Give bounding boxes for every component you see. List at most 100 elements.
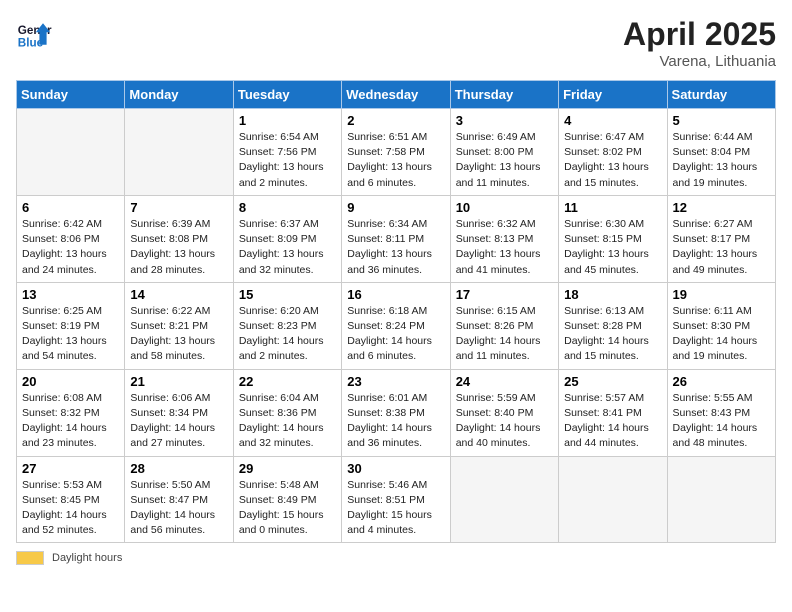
calendar-cell: 27Sunrise: 5:53 AM Sunset: 8:45 PM Dayli… <box>17 456 125 543</box>
day-number: 17 <box>456 287 553 302</box>
day-info: Sunrise: 6:44 AM Sunset: 8:04 PM Dayligh… <box>673 130 770 191</box>
calendar-cell: 29 Sunrise: 5:48 AM Sunset: 8:49 PM Dayli… <box>233 456 341 543</box>
footer: Daylight hours <box>16 551 776 565</box>
calendar-cell <box>125 109 233 196</box>
day-info: Sunrise: 6:39 AM Sunset: 8:08 PM Dayligh… <box>130 217 227 278</box>
day-info: Sunrise: 6:06 AM Sunset: 8:34 PM Dayligh… <box>130 391 227 452</box>
calendar-cell: 16Sunrise: 6:18 AM Sunset: 8:24 PM Dayli… <box>342 282 450 369</box>
weekday-header: Sunday <box>17 81 125 109</box>
calendar-cell: 18Sunrise: 6:13 AM Sunset: 8:28 PM Dayli… <box>559 282 667 369</box>
calendar-cell: 17 Sunrise: 6:15 AM Sunset: 8:26 PM Dayli… <box>450 282 558 369</box>
day-info: Sunrise: 6:47 AM Sunset: 8:02 PM Dayligh… <box>564 130 661 191</box>
logo: General Blue <box>16 16 52 52</box>
calendar-cell: 1 Sunrise: 6:54 AM Sunset: 7:56 PM Daylig… <box>233 109 341 196</box>
day-info: Sunrise: 6:25 AM Sunset: 8:19 PM Dayligh… <box>22 304 119 365</box>
location-subtitle: Varena, Lithuania <box>623 53 776 70</box>
day-info: Sunrise: 6:32 AM Sunset: 8:13 PM Dayligh… <box>456 217 553 278</box>
weekday-header: Saturday <box>667 81 775 109</box>
day-info: Sunrise: 6:22 AM Sunset: 8:21 PM Dayligh… <box>130 304 227 365</box>
day-info: Sunrise: 6:49 AM Sunset: 8:00 PM Dayligh… <box>456 130 553 191</box>
page-header: General Blue April 2025 Varena, Lithuani… <box>16 16 776 70</box>
weekday-header: Monday <box>125 81 233 109</box>
calendar-header: SundayMondayTuesdayWednesdayThursdayFrid… <box>17 81 776 109</box>
calendar-cell: 8Sunrise: 6:37 AM Sunset: 8:09 PM Daylig… <box>233 195 341 282</box>
day-info: Sunrise: 6:01 AM Sunset: 8:38 PM Dayligh… <box>347 391 444 452</box>
calendar-week-row: 13 Sunrise: 6:25 AM Sunset: 8:19 PM Dayli… <box>17 282 776 369</box>
day-info: Sunrise: 5:48 AM Sunset: 8:49 PM Dayligh… <box>239 478 336 539</box>
calendar-cell: 5 Sunrise: 6:44 AM Sunset: 8:04 PM Daylig… <box>667 109 775 196</box>
calendar-cell: 19Sunrise: 6:11 AM Sunset: 8:30 PM Dayli… <box>667 282 775 369</box>
day-info: Sunrise: 5:59 AM Sunset: 8:40 PM Dayligh… <box>456 391 553 452</box>
day-number: 15 <box>239 287 336 302</box>
day-info: Sunrise: 6:04 AM Sunset: 8:36 PM Dayligh… <box>239 391 336 452</box>
calendar-cell: 21 Sunrise: 6:06 AM Sunset: 8:34 PM Dayli… <box>125 369 233 456</box>
day-info: Sunrise: 6:20 AM Sunset: 8:23 PM Dayligh… <box>239 304 336 365</box>
weekday-header: Wednesday <box>342 81 450 109</box>
calendar-cell: 30Sunrise: 5:46 AM Sunset: 8:51 PM Dayli… <box>342 456 450 543</box>
calendar-cell <box>667 456 775 543</box>
day-info: Sunrise: 6:18 AM Sunset: 8:24 PM Dayligh… <box>347 304 444 365</box>
day-number: 25 <box>564 374 661 389</box>
day-number: 27 <box>22 461 119 476</box>
day-info: Sunrise: 6:34 AM Sunset: 8:11 PM Dayligh… <box>347 217 444 278</box>
day-number: 9 <box>347 200 444 215</box>
calendar-week-row: 20 Sunrise: 6:08 AM Sunset: 8:32 PM Dayli… <box>17 369 776 456</box>
day-info: Sunrise: 5:50 AM Sunset: 8:47 PM Dayligh… <box>130 478 227 539</box>
day-info: Sunrise: 6:13 AM Sunset: 8:28 PM Dayligh… <box>564 304 661 365</box>
weekday-header: Tuesday <box>233 81 341 109</box>
calendar-body: 1 Sunrise: 6:54 AM Sunset: 7:56 PM Daylig… <box>17 109 776 543</box>
day-info: Sunrise: 6:08 AM Sunset: 8:32 PM Dayligh… <box>22 391 119 452</box>
calendar-cell: 4 Sunrise: 6:47 AM Sunset: 8:02 PM Daylig… <box>559 109 667 196</box>
calendar-cell: 25 Sunrise: 5:57 AM Sunset: 8:41 PM Dayli… <box>559 369 667 456</box>
calendar-cell: 6 Sunrise: 6:42 AM Sunset: 8:06 PM Daylig… <box>17 195 125 282</box>
day-number: 22 <box>239 374 336 389</box>
day-number: 6 <box>22 200 119 215</box>
logo-icon: General Blue <box>16 16 52 52</box>
calendar-cell: 10 Sunrise: 6:32 AM Sunset: 8:13 PM Dayli… <box>450 195 558 282</box>
day-number: 3 <box>456 113 553 128</box>
day-number: 23 <box>347 374 444 389</box>
day-number: 13 <box>22 287 119 302</box>
calendar-cell <box>559 456 667 543</box>
day-number: 19 <box>673 287 770 302</box>
day-number: 4 <box>564 113 661 128</box>
day-info: Sunrise: 5:57 AM Sunset: 8:41 PM Dayligh… <box>564 391 661 452</box>
day-info: Sunrise: 6:30 AM Sunset: 8:15 PM Dayligh… <box>564 217 661 278</box>
day-info: Sunrise: 6:37 AM Sunset: 8:09 PM Dayligh… <box>239 217 336 278</box>
daylight-label: Daylight hours <box>52 552 122 564</box>
header-row: SundayMondayTuesdayWednesdayThursdayFrid… <box>17 81 776 109</box>
calendar-cell: 13 Sunrise: 6:25 AM Sunset: 8:19 PM Dayli… <box>17 282 125 369</box>
day-number: 12 <box>673 200 770 215</box>
day-number: 28 <box>130 461 227 476</box>
day-number: 20 <box>22 374 119 389</box>
month-title: April 2025 <box>623 16 776 53</box>
day-info: Sunrise: 6:42 AM Sunset: 8:06 PM Dayligh… <box>22 217 119 278</box>
calendar-cell: 24Sunrise: 5:59 AM Sunset: 8:40 PM Dayli… <box>450 369 558 456</box>
day-info: Sunrise: 6:51 AM Sunset: 7:58 PM Dayligh… <box>347 130 444 191</box>
calendar-cell <box>450 456 558 543</box>
day-number: 30 <box>347 461 444 476</box>
day-number: 21 <box>130 374 227 389</box>
calendar-week-row: 27Sunrise: 5:53 AM Sunset: 8:45 PM Dayli… <box>17 456 776 543</box>
day-info: Sunrise: 6:54 AM Sunset: 7:56 PM Dayligh… <box>239 130 336 191</box>
day-number: 1 <box>239 113 336 128</box>
calendar-week-row: 6 Sunrise: 6:42 AM Sunset: 8:06 PM Daylig… <box>17 195 776 282</box>
calendar-cell: 22 Sunrise: 6:04 AM Sunset: 8:36 PM Dayli… <box>233 369 341 456</box>
calendar-cell: 11Sunrise: 6:30 AM Sunset: 8:15 PM Dayli… <box>559 195 667 282</box>
weekday-header: Thursday <box>450 81 558 109</box>
calendar-cell: 9 Sunrise: 6:34 AM Sunset: 8:11 PM Daylig… <box>342 195 450 282</box>
calendar-cell: 20 Sunrise: 6:08 AM Sunset: 8:32 PM Dayli… <box>17 369 125 456</box>
day-number: 10 <box>456 200 553 215</box>
day-info: Sunrise: 6:15 AM Sunset: 8:26 PM Dayligh… <box>456 304 553 365</box>
day-number: 5 <box>673 113 770 128</box>
calendar-cell <box>17 109 125 196</box>
calendar-cell: 12Sunrise: 6:27 AM Sunset: 8:17 PM Dayli… <box>667 195 775 282</box>
calendar-cell: 3 Sunrise: 6:49 AM Sunset: 8:00 PM Daylig… <box>450 109 558 196</box>
calendar-cell: 23 Sunrise: 6:01 AM Sunset: 8:38 PM Dayli… <box>342 369 450 456</box>
calendar-table: SundayMondayTuesdayWednesdayThursdayFrid… <box>16 80 776 543</box>
day-info: Sunrise: 5:55 AM Sunset: 8:43 PM Dayligh… <box>673 391 770 452</box>
day-number: 29 <box>239 461 336 476</box>
calendar-cell: 14Sunrise: 6:22 AM Sunset: 8:21 PM Dayli… <box>125 282 233 369</box>
calendar-week-row: 1 Sunrise: 6:54 AM Sunset: 7:56 PM Daylig… <box>17 109 776 196</box>
title-block: April 2025 Varena, Lithuania <box>623 16 776 70</box>
